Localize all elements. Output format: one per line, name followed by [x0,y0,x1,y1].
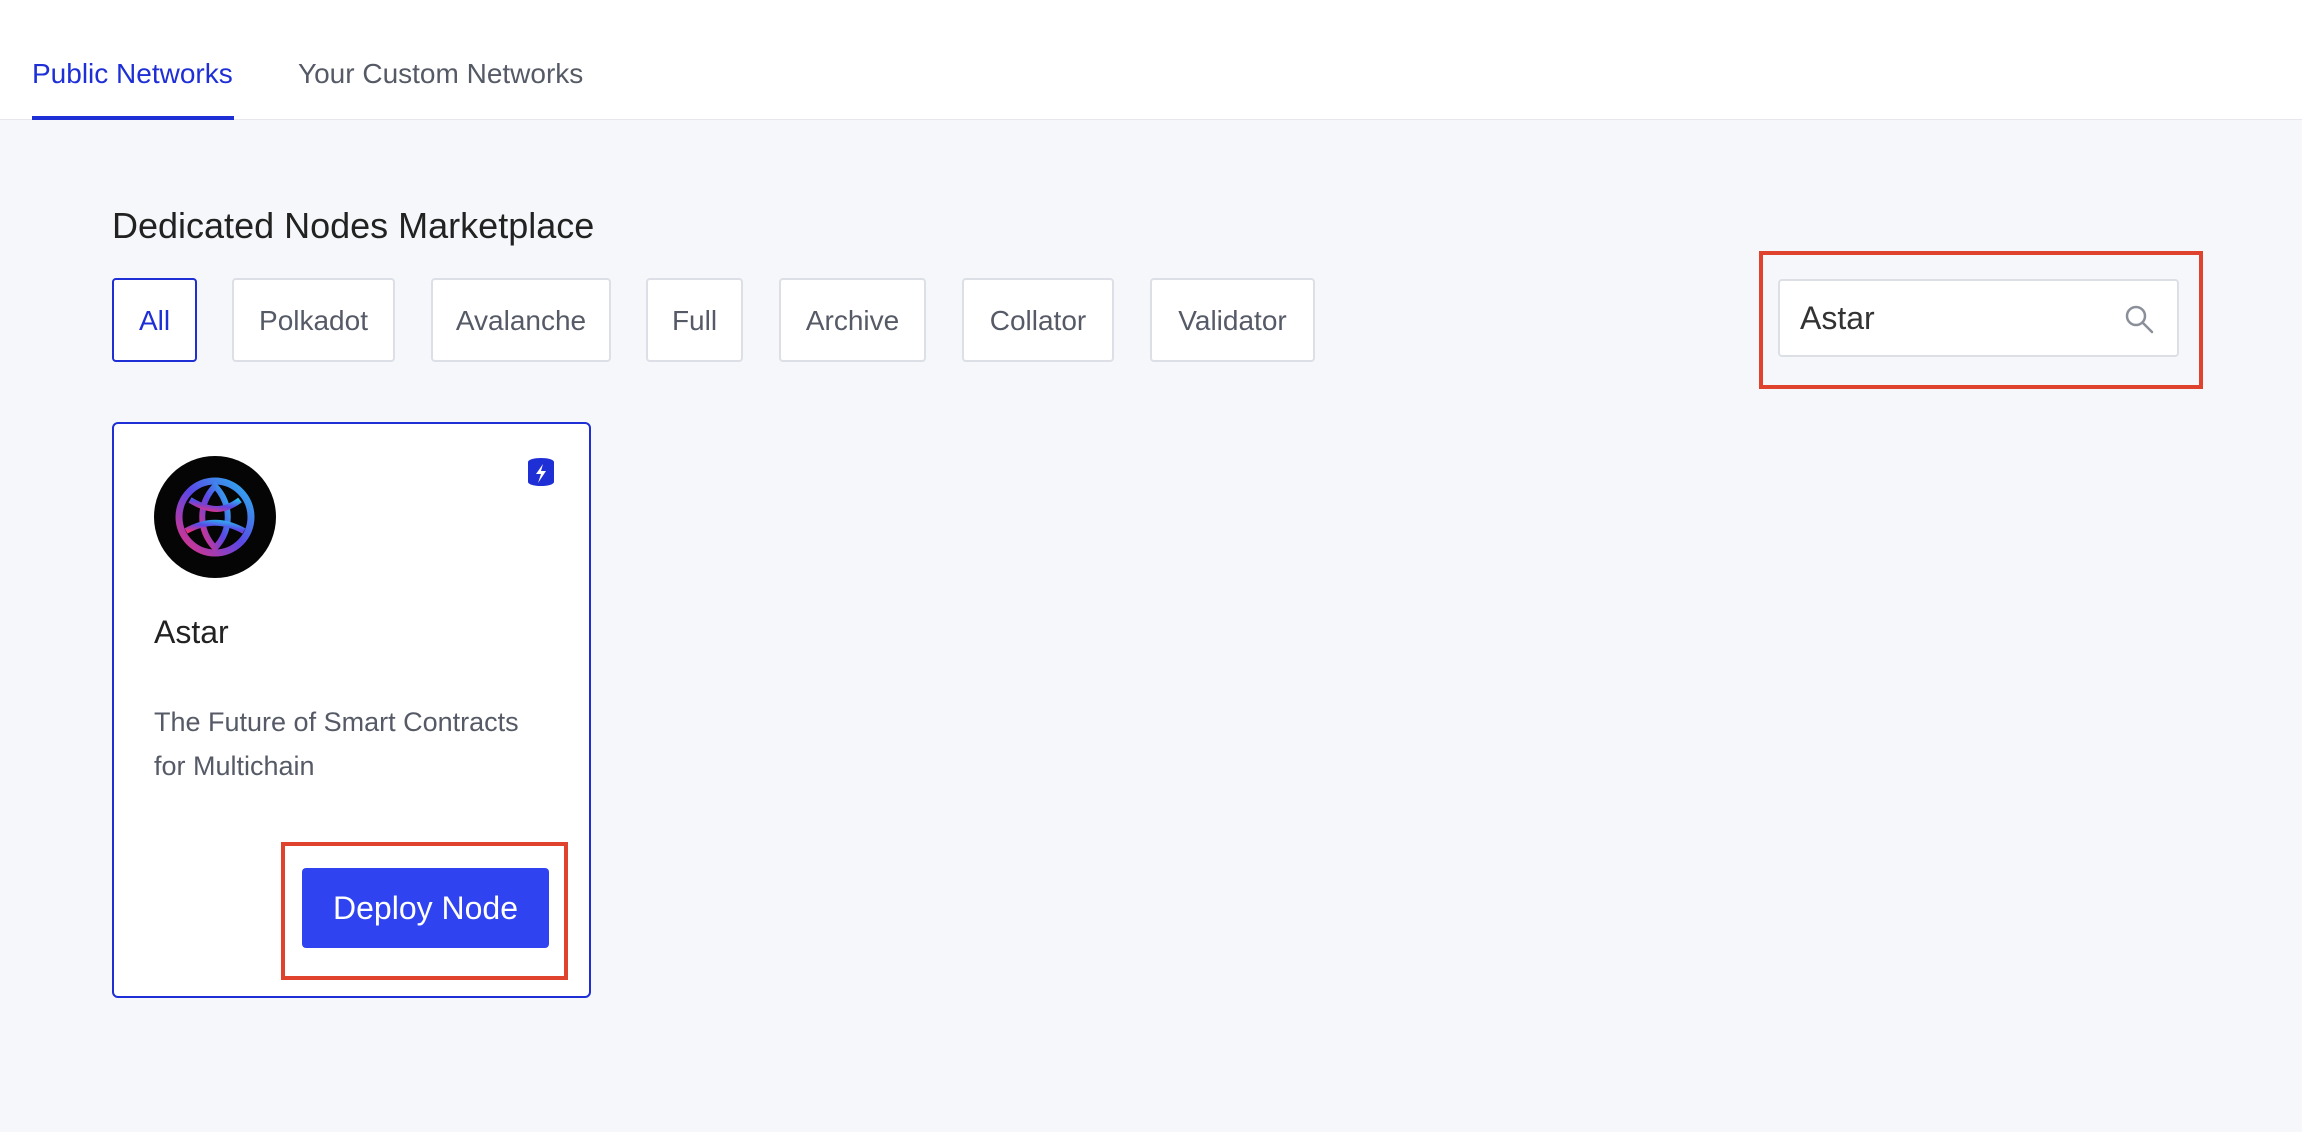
astar-logo-icon [175,477,255,557]
network-description: The Future of Smart Contracts for Multic… [154,707,519,781]
top-tab-bar: Public Networks Your Custom Networks [0,0,2302,120]
filter-collator[interactable]: Collator [962,278,1114,362]
filter-archive[interactable]: Archive [779,278,926,362]
filter-avalanche[interactable]: Avalanche [431,278,611,362]
tab-public-networks[interactable]: Public Networks [32,0,234,120]
astar-logo [154,456,276,578]
deploy-node-button[interactable]: Deploy Node [302,868,549,948]
search-input[interactable] [1800,281,2120,355]
filter-validator[interactable]: Validator [1150,278,1315,362]
lightning-database-icon [528,458,554,486]
tab-custom-networks[interactable]: Your Custom Networks [298,0,583,120]
page-title: Dedicated Nodes Marketplace [112,205,595,246]
filter-polkadot[interactable]: Polkadot [232,278,395,362]
filter-full[interactable]: Full [646,278,743,362]
search-icon[interactable] [2123,303,2155,335]
filter-all[interactable]: All [112,278,197,362]
search-box[interactable] [1778,279,2179,357]
network-name: Astar [154,614,229,650]
